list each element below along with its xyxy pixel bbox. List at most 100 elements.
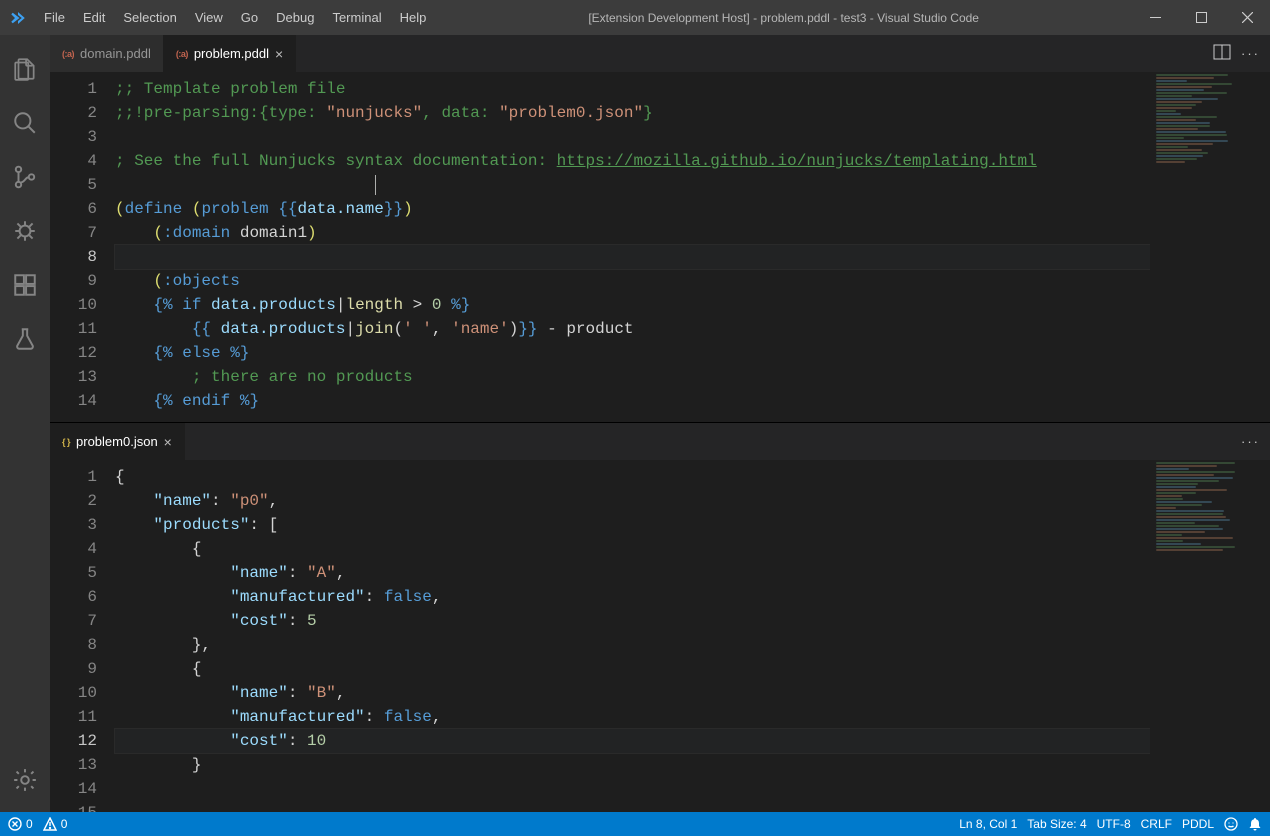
status-eol[interactable]: CRLF: [1141, 817, 1172, 831]
code-line[interactable]: [115, 125, 1270, 149]
window-title: [Extension Development Host] - problem.p…: [435, 11, 1132, 25]
menu-view[interactable]: View: [186, 0, 232, 35]
code-line[interactable]: }: [115, 753, 1270, 777]
gutter-line-number[interactable]: 4: [50, 149, 97, 173]
status-feedback-icon[interactable]: [1224, 817, 1238, 831]
minimap-top[interactable]: [1150, 73, 1270, 422]
gutter-line-number[interactable]: 8: [50, 245, 97, 269]
code-line[interactable]: {{ data.products|join(' ', 'name')}} - p…: [115, 317, 1270, 341]
minimap-bottom[interactable]: [1150, 461, 1270, 812]
split-editor-icon[interactable]: [1213, 43, 1231, 64]
tab-problem0-json[interactable]: { }problem0.json×: [50, 423, 185, 460]
gutter-line-number[interactable]: 7: [50, 609, 97, 633]
code-line[interactable]: [115, 777, 1270, 801]
code-line[interactable]: ;;!pre-parsing:{type: "nunjucks", data: …: [115, 101, 1270, 125]
menu-go[interactable]: Go: [232, 0, 267, 35]
minimize-button[interactable]: [1132, 0, 1178, 35]
menu-help[interactable]: Help: [391, 0, 436, 35]
close-button[interactable]: [1224, 0, 1270, 35]
status-lang[interactable]: PDDL: [1182, 817, 1214, 831]
gear-icon[interactable]: [1, 756, 49, 804]
search-icon[interactable]: [1, 99, 49, 147]
code-line[interactable]: {: [115, 465, 1270, 489]
gutter-line-number[interactable]: 5: [50, 173, 97, 197]
gutter-line-number[interactable]: 9: [50, 657, 97, 681]
gutter-line-number[interactable]: 13: [50, 753, 97, 777]
menu-debug[interactable]: Debug: [267, 0, 323, 35]
code-line[interactable]: "cost": 5: [115, 609, 1270, 633]
gutter-line-number[interactable]: 1: [50, 77, 97, 101]
code-line[interactable]: ; See the full Nunjucks syntax documenta…: [115, 149, 1270, 173]
code-line[interactable]: ;; Template problem file: [115, 77, 1270, 101]
menu-file[interactable]: File: [35, 0, 74, 35]
close-icon[interactable]: ×: [164, 434, 172, 450]
menu-selection[interactable]: Selection: [114, 0, 185, 35]
status-errors[interactable]: 0: [8, 817, 33, 831]
menu-bar: FileEditSelectionViewGoDebugTerminalHelp: [35, 0, 435, 35]
titlebar: FileEditSelectionViewGoDebugTerminalHelp…: [0, 0, 1270, 35]
code-editor-top[interactable]: 1234567891011121314 ;; Template problem …: [50, 73, 1270, 422]
gutter-line-number[interactable]: 12: [50, 341, 97, 365]
gutter-line-number[interactable]: 6: [50, 197, 97, 221]
gutter-line-number[interactable]: 8: [50, 633, 97, 657]
code-editor-bottom[interactable]: 123456789101112131415 { "name": "p0", "p…: [50, 461, 1270, 812]
tab-problem-pddl[interactable]: (:a)problem.pddl×: [164, 35, 296, 72]
code-line[interactable]: {% else %}: [115, 341, 1270, 365]
gutter-line-number[interactable]: 3: [50, 513, 97, 537]
menu-edit[interactable]: Edit: [74, 0, 114, 35]
gutter-line-number[interactable]: 14: [50, 777, 97, 801]
code-line[interactable]: {% endif %}: [115, 389, 1270, 413]
beaker-icon[interactable]: [1, 315, 49, 363]
code-line[interactable]: "name": "A",: [115, 561, 1270, 585]
status-bell-icon[interactable]: [1248, 817, 1262, 831]
gutter-line-number[interactable]: 5: [50, 561, 97, 585]
extensions-icon[interactable]: [1, 261, 49, 309]
gutter-line-number[interactable]: 2: [50, 489, 97, 513]
code-line[interactable]: "manufactured": false,: [115, 705, 1270, 729]
code-line[interactable]: ; there are no products: [115, 365, 1270, 389]
maximize-button[interactable]: [1178, 0, 1224, 35]
code-line[interactable]: (define (problem {{data.name}}): [115, 197, 1270, 221]
code-line[interactable]: [115, 245, 1270, 269]
code-line[interactable]: },: [115, 633, 1270, 657]
status-warnings[interactable]: 0: [43, 817, 68, 831]
code-line[interactable]: "name": "B",: [115, 681, 1270, 705]
code-line[interactable]: "name": "p0",: [115, 489, 1270, 513]
menu-terminal[interactable]: Terminal: [323, 0, 390, 35]
gutter-line-number[interactable]: 14: [50, 389, 97, 413]
gutter-line-number[interactable]: 11: [50, 705, 97, 729]
code-line[interactable]: (:domain domain1): [115, 221, 1270, 245]
more-actions-icon[interactable]: ···: [1241, 46, 1260, 61]
file-type-icon: { }: [62, 437, 70, 447]
code-line[interactable]: "manufactured": false,: [115, 585, 1270, 609]
gutter-line-number[interactable]: 3: [50, 125, 97, 149]
more-actions-icon[interactable]: ···: [1241, 434, 1260, 449]
debug-icon[interactable]: [1, 207, 49, 255]
files-icon[interactable]: [1, 45, 49, 93]
status-encoding[interactable]: UTF-8: [1097, 817, 1131, 831]
gutter-line-number[interactable]: 4: [50, 537, 97, 561]
code-line[interactable]: [115, 173, 1270, 197]
status-tabsize[interactable]: Tab Size: 4: [1027, 817, 1086, 831]
code-line[interactable]: {: [115, 657, 1270, 681]
gutter-line-number[interactable]: 1: [50, 465, 97, 489]
code-line[interactable]: "products": [: [115, 513, 1270, 537]
code-line[interactable]: "cost": 10: [115, 729, 1270, 753]
gutter-line-number[interactable]: 6: [50, 585, 97, 609]
gutter-line-number[interactable]: 9: [50, 269, 97, 293]
code-line[interactable]: (:objects: [115, 269, 1270, 293]
status-ln-col[interactable]: Ln 8, Col 1: [959, 817, 1017, 831]
tab-domain-pddl[interactable]: (:a)domain.pddl: [50, 35, 164, 72]
close-icon[interactable]: ×: [275, 46, 283, 62]
gutter-line-number[interactable]: 2: [50, 101, 97, 125]
gutter-line-number[interactable]: 10: [50, 293, 97, 317]
gutter-line-number[interactable]: 7: [50, 221, 97, 245]
text-cursor: [375, 175, 376, 195]
gutter-line-number[interactable]: 13: [50, 365, 97, 389]
gutter-line-number[interactable]: 10: [50, 681, 97, 705]
gutter-line-number[interactable]: 11: [50, 317, 97, 341]
code-line[interactable]: {% if data.products|length > 0 %}: [115, 293, 1270, 317]
gutter-line-number[interactable]: 12: [50, 729, 97, 753]
code-line[interactable]: {: [115, 537, 1270, 561]
source-control-icon[interactable]: [1, 153, 49, 201]
